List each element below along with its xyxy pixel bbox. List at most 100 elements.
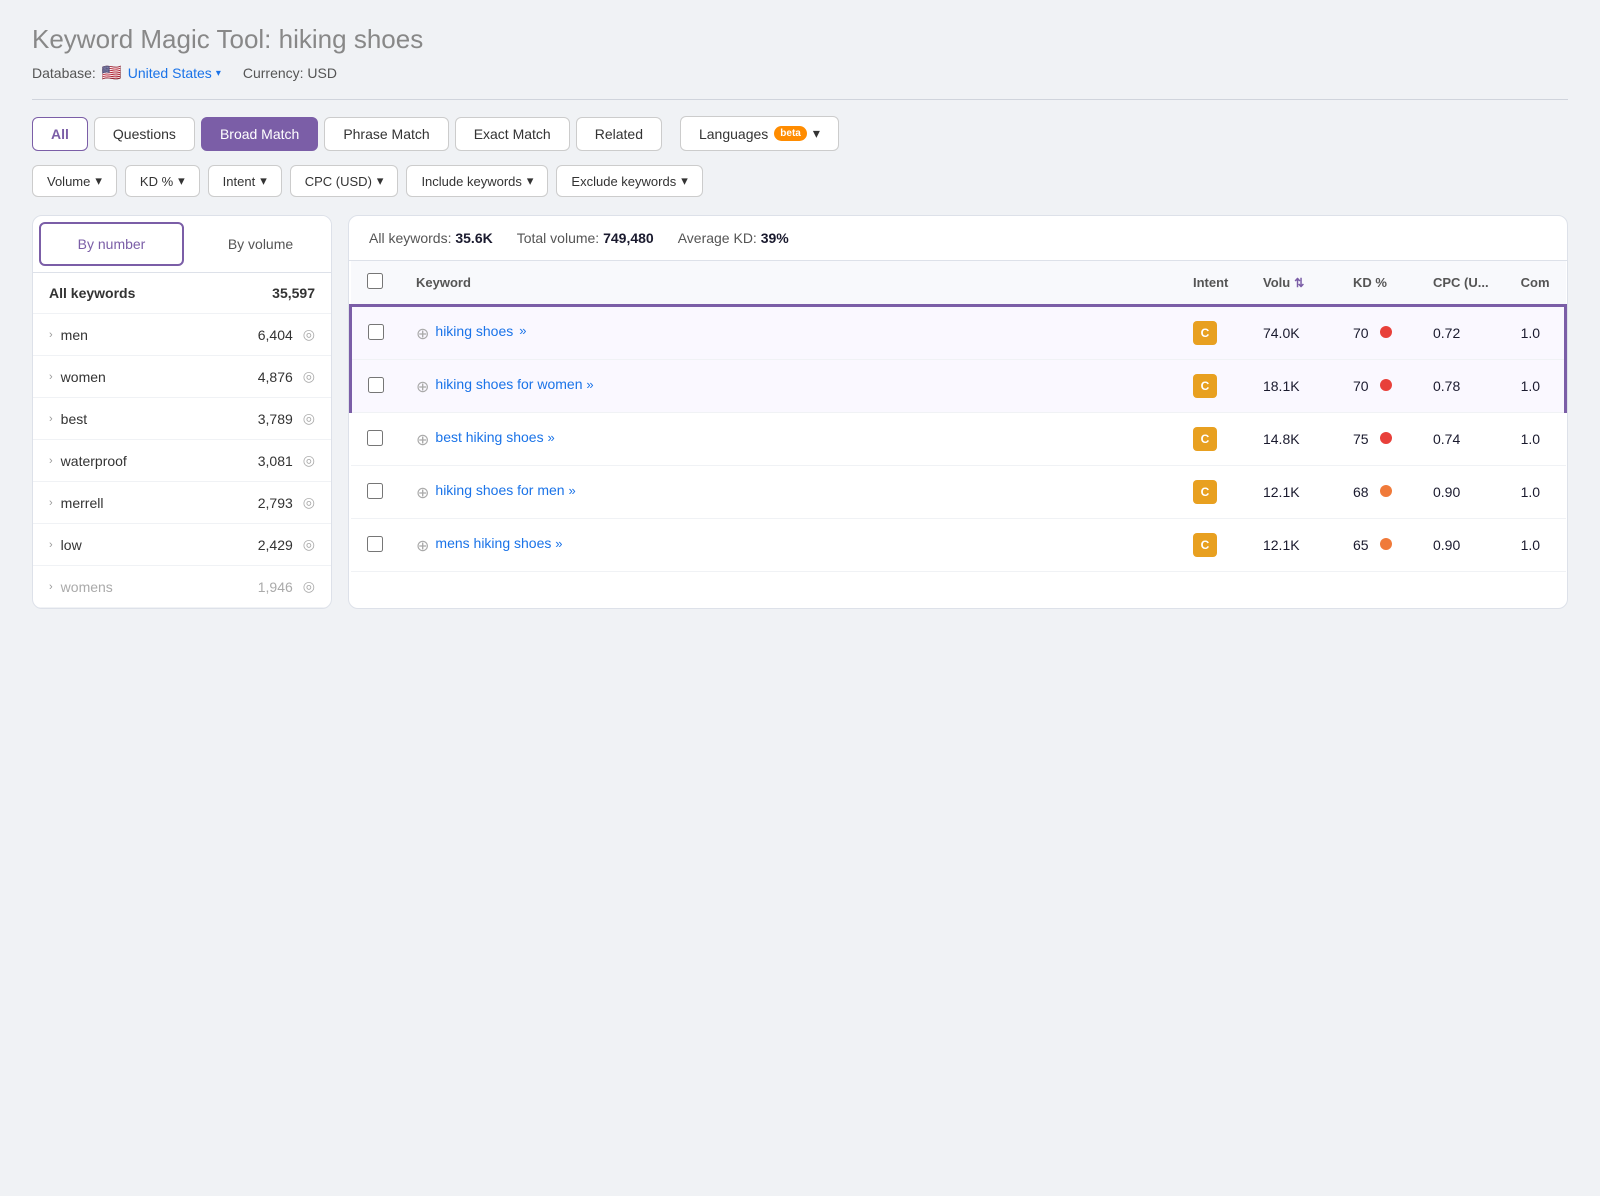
- th-com: Com: [1505, 261, 1566, 306]
- total-vol-label: Total volume:: [517, 230, 603, 246]
- tab-exact-match[interactable]: Exact Match: [455, 117, 570, 151]
- all-keywords-row[interactable]: All keywords 35,597: [33, 273, 331, 314]
- list-item[interactable]: › best 3,789 ◎: [33, 398, 331, 440]
- volume-value: 74.0K: [1263, 325, 1300, 341]
- keyword-link[interactable]: ⊕ hiking shoes for men »: [416, 482, 1161, 503]
- com-value: 1.0: [1521, 431, 1540, 447]
- filter-exclude-label: Exclude keywords: [571, 174, 676, 189]
- kd-cell: 68: [1337, 466, 1417, 519]
- row-checkbox-cell: [351, 466, 401, 519]
- chevron-right-icon: ›: [49, 497, 53, 509]
- tab-phrase-match[interactable]: Phrase Match: [324, 117, 448, 151]
- cpc-cell: 0.72: [1417, 306, 1505, 360]
- eye-icon[interactable]: ◎: [303, 452, 315, 469]
- eye-icon[interactable]: ◎: [303, 326, 315, 343]
- row-checkbox[interactable]: [368, 324, 384, 340]
- row-checkbox[interactable]: [367, 483, 383, 499]
- filters-row: Volume ▾ KD % ▾ Intent ▾ CPC (USD) ▾ Inc…: [32, 165, 1568, 197]
- th-kd: KD %: [1337, 261, 1417, 306]
- chevron-right-icon: ›: [49, 455, 53, 467]
- group-count: 3,081: [258, 453, 293, 469]
- list-item[interactable]: › low 2,429 ◎: [33, 524, 331, 566]
- intent-badge: C: [1193, 321, 1217, 345]
- group-name: best: [61, 411, 87, 427]
- right-panel: All keywords: 35.6K Total volume: 749,48…: [348, 215, 1568, 609]
- by-volume-button[interactable]: By volume: [190, 216, 331, 272]
- eye-icon[interactable]: ◎: [303, 368, 315, 385]
- database-link[interactable]: United States ▾: [128, 65, 221, 81]
- tab-related[interactable]: Related: [576, 117, 662, 151]
- beta-badge: beta: [774, 126, 807, 141]
- volume-cell: 18.1K: [1247, 360, 1337, 413]
- kd-difficulty-dot: [1380, 379, 1392, 391]
- keywords-table-wrapper: Keyword Intent Volu ⇅: [349, 261, 1567, 572]
- select-all-checkbox[interactable]: [367, 273, 383, 289]
- double-arrow-icon: »: [547, 430, 554, 445]
- eye-icon[interactable]: ◎: [303, 410, 315, 427]
- tab-all[interactable]: All: [32, 117, 88, 151]
- keyword-link[interactable]: ⊕ hiking shoes for women »: [416, 376, 1161, 397]
- keyword-link[interactable]: ⊕ best hiking shoes »: [416, 429, 1161, 450]
- by-number-button[interactable]: By number: [39, 222, 184, 266]
- filter-intent[interactable]: Intent ▾: [208, 165, 282, 197]
- group-count: 1,946: [258, 579, 293, 595]
- list-item[interactable]: › womens 1,946 ◎: [33, 566, 331, 608]
- kd-difficulty-dot: [1380, 432, 1392, 444]
- th-cpc-label: CPC (U...: [1433, 275, 1489, 290]
- kd-value: 70: [1353, 378, 1369, 394]
- group-name: womens: [61, 579, 113, 595]
- chevron-down-icon: ▾: [260, 173, 267, 189]
- avg-kd-summary: Average KD: 39%: [678, 230, 789, 246]
- total-volume-summary: Total volume: 749,480: [517, 230, 654, 246]
- eye-icon[interactable]: ◎: [303, 494, 315, 511]
- keyword-cell: ⊕ mens hiking shoes »: [400, 519, 1177, 572]
- filter-exclude-keywords[interactable]: Exclude keywords ▾: [556, 165, 702, 197]
- double-arrow-icon: »: [555, 536, 562, 551]
- group-name: waterproof: [61, 453, 127, 469]
- kd-cell: 70: [1337, 360, 1417, 413]
- by-volume-label: By volume: [228, 236, 293, 252]
- filter-kd[interactable]: KD % ▾: [125, 165, 200, 197]
- list-item[interactable]: › men 6,404 ◎: [33, 314, 331, 356]
- row-checkbox[interactable]: [368, 377, 384, 393]
- chevron-right-icon: ›: [49, 581, 53, 593]
- th-cpc: CPC (U...: [1417, 261, 1505, 306]
- com-cell: 1.0: [1505, 466, 1566, 519]
- tab-languages[interactable]: Languages beta ▾: [680, 116, 839, 151]
- com-cell: 1.0: [1505, 413, 1566, 466]
- list-item[interactable]: › merrell 2,793 ◎: [33, 482, 331, 524]
- keyword-cell: ⊕ hiking shoes for men »: [400, 466, 1177, 519]
- tab-broad-match[interactable]: Broad Match: [201, 117, 318, 151]
- filter-volume[interactable]: Volume ▾: [32, 165, 117, 197]
- com-value: 1.0: [1521, 325, 1540, 341]
- tab-questions[interactable]: Questions: [94, 117, 195, 151]
- table-row: ⊕ mens hiking shoes » C 12.1K: [351, 519, 1566, 572]
- cpc-value: 0.74: [1433, 431, 1460, 447]
- cpc-cell: 0.78: [1417, 360, 1505, 413]
- table-header-row: Keyword Intent Volu ⇅: [351, 261, 1566, 306]
- sort-icon: ⇅: [1294, 276, 1304, 290]
- all-kw-label: All keywords:: [369, 230, 455, 246]
- add-keyword-icon: ⊕: [416, 324, 429, 344]
- eye-icon[interactable]: ◎: [303, 536, 315, 553]
- th-checkbox: [351, 261, 401, 306]
- filter-cpc[interactable]: CPC (USD) ▾: [290, 165, 399, 197]
- eye-icon[interactable]: ◎: [303, 578, 315, 595]
- row-checkbox[interactable]: [367, 430, 383, 446]
- list-item[interactable]: › women 4,876 ◎: [33, 356, 331, 398]
- volume-value: 14.8K: [1263, 431, 1300, 447]
- row-checkbox[interactable]: [367, 536, 383, 552]
- com-value: 1.0: [1521, 378, 1540, 394]
- page-wrapper: Keyword Magic Tool: hiking shoes Databas…: [0, 0, 1600, 1196]
- chevron-right-icon: ›: [49, 371, 53, 383]
- list-item[interactable]: › waterproof 3,081 ◎: [33, 440, 331, 482]
- th-volume[interactable]: Volu ⇅: [1247, 261, 1337, 306]
- intent-badge: C: [1193, 374, 1217, 398]
- left-panel-buttons: By number By volume: [33, 216, 331, 273]
- keyword-link[interactable]: ⊕ hiking shoes »: [416, 323, 1161, 344]
- intent-cell: C: [1177, 466, 1247, 519]
- keyword-text: mens hiking shoes »: [435, 535, 562, 551]
- com-cell: 1.0: [1505, 519, 1566, 572]
- keyword-link[interactable]: ⊕ mens hiking shoes »: [416, 535, 1161, 556]
- filter-include-keywords[interactable]: Include keywords ▾: [406, 165, 548, 197]
